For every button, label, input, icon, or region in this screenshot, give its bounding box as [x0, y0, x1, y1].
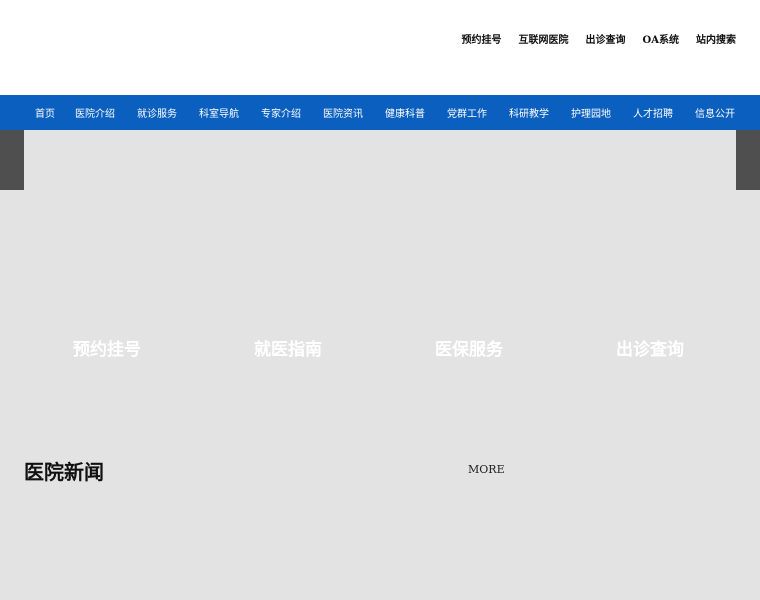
- main-nav-list: 首页 医院介绍 就诊服务 科室导航 专家介绍 医院资讯 健康科普 党群工作 科研…: [0, 95, 760, 130]
- banner-prev-button[interactable]: [0, 130, 24, 190]
- nav-item-health-education[interactable]: 健康科普: [385, 105, 425, 120]
- nav-item-nursing[interactable]: 护理园地: [571, 105, 611, 120]
- quick-link-medical-guide[interactable]: 就医指南: [254, 335, 322, 360]
- nav-item-recruitment[interactable]: 人才招聘: [633, 105, 673, 120]
- nav-item-information-disclosure[interactable]: 信息公开: [695, 105, 735, 120]
- news-section-title: 医院新闻: [24, 460, 104, 484]
- nav-item-home[interactable]: 首页: [35, 105, 55, 120]
- quick-link-appointment[interactable]: 预约挂号: [73, 335, 141, 360]
- nav-item-visit-services[interactable]: 就诊服务: [137, 105, 177, 120]
- top-link-oa-system[interactable]: OA系统: [643, 31, 679, 46]
- main-nav: 首页 医院介绍 就诊服务 科室导航 专家介绍 医院资讯 健康科普 党群工作 科研…: [0, 95, 760, 130]
- top-link-site-search[interactable]: 站内搜索: [696, 31, 736, 46]
- nav-item-hospital-news[interactable]: 医院资讯: [323, 105, 363, 120]
- nav-item-experts[interactable]: 专家介绍: [261, 105, 301, 120]
- quick-link-insurance-service[interactable]: 医保服务: [435, 335, 503, 360]
- top-link-appointment[interactable]: 预约挂号: [462, 31, 502, 46]
- nav-item-party-work[interactable]: 党群工作: [447, 105, 487, 120]
- nav-item-departments[interactable]: 科室导航: [199, 105, 239, 120]
- site-header: 预约挂号 互联网医院 出诊查询 OA系统 站内搜索: [0, 0, 760, 95]
- quick-link-clinic-schedule[interactable]: 出诊查询: [616, 335, 684, 360]
- top-link-internet-hospital[interactable]: 互联网医院: [519, 31, 569, 46]
- top-links: 预约挂号 互联网医院 出诊查询 OA系统 站内搜索: [462, 31, 736, 46]
- news-more-link[interactable]: MORE: [468, 463, 505, 476]
- quick-links: 预约挂号 就医指南 医保服务 出诊查询: [0, 335, 760, 365]
- top-link-clinic-schedule[interactable]: 出诊查询: [586, 31, 626, 46]
- banner-slider: [0, 130, 760, 190]
- banner-next-button[interactable]: [736, 130, 760, 190]
- nav-item-hospital-intro[interactable]: 医院介绍: [75, 105, 115, 120]
- nav-item-research-teaching[interactable]: 科研教学: [509, 105, 549, 120]
